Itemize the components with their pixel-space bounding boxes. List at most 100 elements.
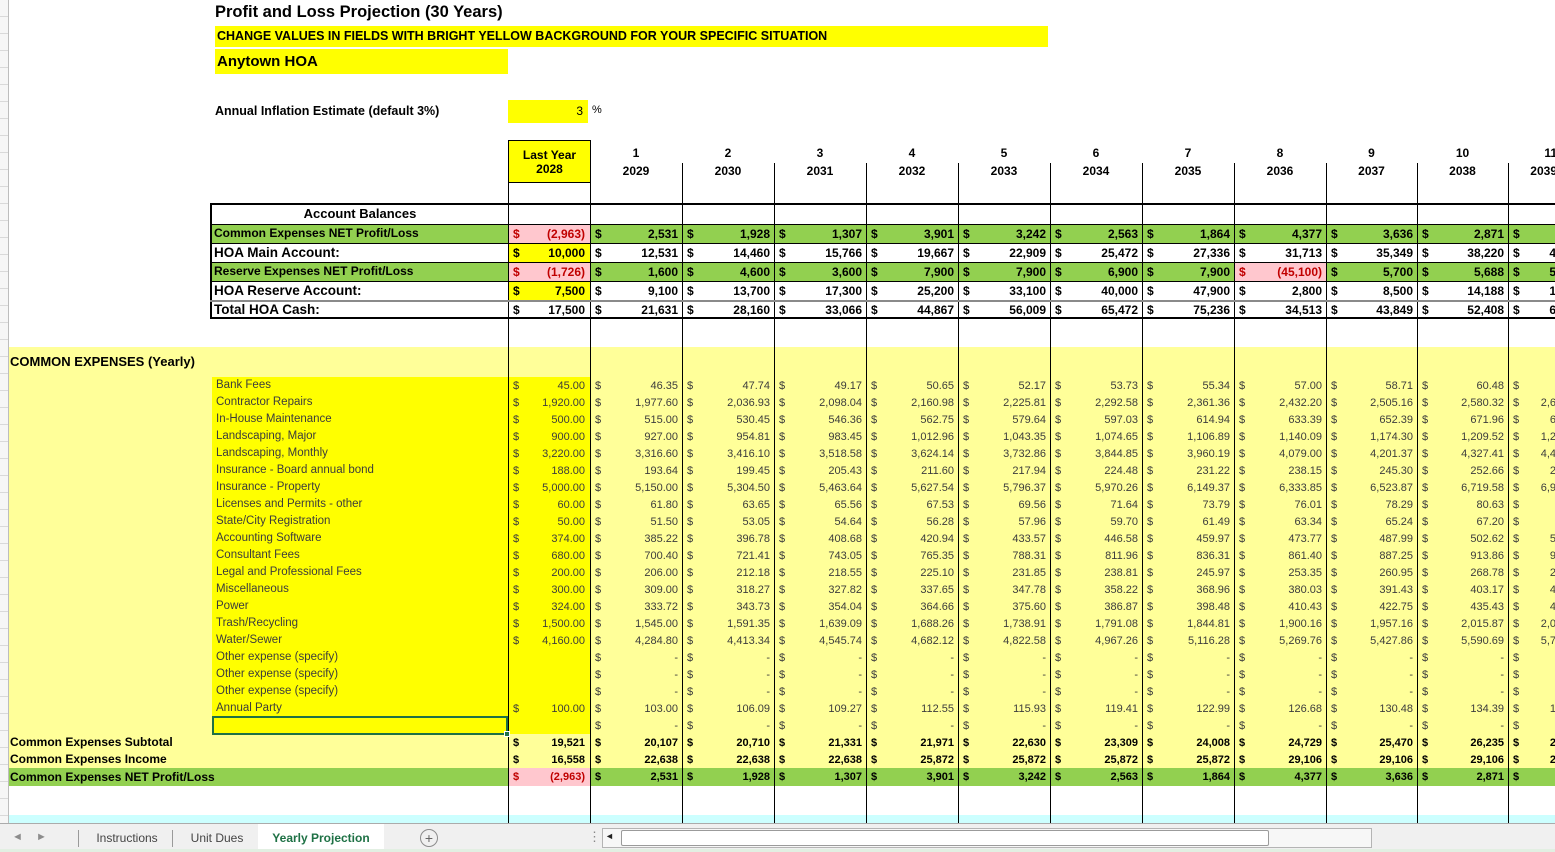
year-value-cell[interactable]: $2	[1509, 751, 1555, 768]
last-year-header-cell[interactable]: Last Year2028	[508, 140, 591, 183]
year-value-cell[interactable]: $33,066	[775, 301, 866, 319]
year-value-cell[interactable]: $4,327.41	[1418, 445, 1508, 462]
year-value-cell[interactable]: $29,106	[1327, 751, 1417, 768]
expense-row-label[interactable]: Insurance - Board annual bond	[216, 462, 506, 479]
year-value-cell[interactable]: $765.35	[867, 547, 958, 564]
year-value-cell[interactable]: $4,377	[1235, 768, 1326, 786]
year-value-cell[interactable]: $122.99	[1143, 700, 1234, 717]
tab-scroll-left-icon[interactable]: ◄	[12, 831, 23, 843]
year-value-cell[interactable]: $2	[1509, 564, 1555, 581]
year-value-cell[interactable]: $502.62	[1418, 530, 1508, 547]
year-value-cell[interactable]: $17,300	[775, 281, 866, 300]
year-value-cell[interactable]: $-	[1235, 666, 1326, 683]
year-value-cell[interactable]: $6,149.37	[1143, 479, 1234, 496]
year-value-cell[interactable]: $44,867	[867, 301, 958, 319]
year-label-header[interactable]: 2034	[1050, 164, 1142, 180]
year-value-cell[interactable]: $5,269.76	[1235, 632, 1326, 649]
year-value-cell[interactable]: $-	[1327, 666, 1417, 683]
year-value-cell[interactable]: $1,928	[683, 768, 774, 786]
year-value-cell[interactable]: $343.73	[683, 598, 774, 615]
year-value-cell[interactable]: $368.96	[1143, 581, 1234, 598]
year-value-cell[interactable]: $1,043.35	[959, 428, 1050, 445]
year-number-header[interactable]: 5	[958, 146, 1050, 162]
year-value-cell[interactable]: $	[1509, 768, 1555, 786]
year-value-cell[interactable]: $25,472	[1051, 243, 1142, 262]
year-value-cell[interactable]: $3,416.10	[683, 445, 774, 462]
year-value-cell[interactable]: $743.05	[775, 547, 866, 564]
year-value-cell[interactable]: $76.01	[1235, 496, 1326, 513]
year-value-cell[interactable]: $954.81	[683, 428, 774, 445]
year-value-cell[interactable]: $1,140.09	[1235, 428, 1326, 445]
year-value-cell[interactable]: $1,864	[1143, 224, 1234, 243]
year-value-cell[interactable]: $-	[1143, 666, 1234, 683]
year-value-cell[interactable]: $4,284.80	[591, 632, 682, 649]
year-value-cell[interactable]: $-	[591, 683, 682, 700]
year-value-cell[interactable]: $253.35	[1235, 564, 1326, 581]
totals-row-label[interactable]: Common Expenses Income	[10, 751, 167, 768]
year-label-header[interactable]: 2037	[1326, 164, 1417, 180]
year-value-cell[interactable]: $1,844.81	[1143, 615, 1234, 632]
year-value-cell[interactable]: $25,872	[1143, 751, 1234, 768]
year-value-cell[interactable]: $4	[1509, 598, 1555, 615]
selected-cell[interactable]	[212, 716, 508, 735]
last-year-cell[interactable]: $100.00	[509, 700, 589, 717]
last-year-cell[interactable]: $50.00	[509, 513, 589, 530]
year-value-cell[interactable]: $386.87	[1051, 598, 1142, 615]
year-label-header[interactable]: 2035	[1142, 164, 1234, 180]
year-value-cell[interactable]: $4	[1509, 243, 1555, 262]
year-value-cell[interactable]: $-	[1051, 717, 1142, 734]
year-value-cell[interactable]: $53.73	[1051, 377, 1142, 394]
year-value-cell[interactable]: $8,500	[1327, 281, 1417, 300]
year-value-cell[interactable]: $3,732.86	[959, 445, 1050, 462]
year-value-cell[interactable]: $2,292.58	[1051, 394, 1142, 411]
year-value-cell[interactable]: $579.64	[959, 411, 1050, 428]
year-value-cell[interactable]: $-	[683, 666, 774, 683]
year-value-cell[interactable]: $-	[591, 666, 682, 683]
last-year-cell[interactable]: $(2,963)	[509, 768, 589, 786]
year-value-cell[interactable]: $115.93	[959, 700, 1050, 717]
expense-row-label[interactable]: Other expense (specify)	[216, 666, 506, 683]
year-value-cell[interactable]: $4,600	[683, 262, 774, 281]
year-value-cell[interactable]: $391.43	[1327, 581, 1417, 598]
year-label-header[interactable]: 2036	[1234, 164, 1326, 180]
year-value-cell[interactable]: $721.41	[683, 547, 774, 564]
year-value-cell[interactable]: $913.86	[1418, 547, 1508, 564]
year-value-cell[interactable]: $22,638	[591, 751, 682, 768]
year-value-cell[interactable]: $3,316.60	[591, 445, 682, 462]
year-label-header[interactable]: 2038	[1417, 164, 1508, 180]
account-row-label[interactable]: Common Expenses NET Profit/Loss	[214, 224, 419, 243]
year-value-cell[interactable]: $1,174.30	[1327, 428, 1417, 445]
expense-row-label[interactable]: Accounting Software	[216, 530, 506, 547]
year-value-cell[interactable]: $1,738.91	[959, 615, 1050, 632]
expense-row-label[interactable]: Consultant Fees	[216, 547, 506, 564]
expense-row-label[interactable]: Contractor Repairs	[216, 394, 506, 411]
year-value-cell[interactable]: $398.48	[1143, 598, 1234, 615]
year-number-header[interactable]: 4	[866, 146, 958, 162]
expense-row-label[interactable]: Miscellaneous	[216, 581, 506, 598]
year-value-cell[interactable]: $218.55	[775, 564, 866, 581]
year-value-cell[interactable]: $375.60	[959, 598, 1050, 615]
year-value-cell[interactable]: $7,900	[1143, 262, 1234, 281]
year-value-cell[interactable]: $71.64	[1051, 496, 1142, 513]
year-value-cell[interactable]: $1,864	[1143, 768, 1234, 786]
year-value-cell[interactable]: $78.29	[1327, 496, 1417, 513]
year-value-cell[interactable]: $6,523.87	[1327, 479, 1417, 496]
year-value-cell[interactable]: $60.48	[1418, 377, 1508, 394]
year-value-cell[interactable]: $6	[1509, 411, 1555, 428]
year-value-cell[interactable]: $206.00	[591, 564, 682, 581]
year-value-cell[interactable]: $15,766	[775, 243, 866, 262]
year-value-cell[interactable]: $4,822.58	[959, 632, 1050, 649]
year-value-cell[interactable]: $-	[591, 649, 682, 666]
year-value-cell[interactable]: $5,590.69	[1418, 632, 1508, 649]
year-value-cell[interactable]: $47,900	[1143, 281, 1234, 300]
last-year-cell[interactable]: $7,500	[509, 281, 589, 300]
expense-row-label[interactable]: Annual Party	[216, 700, 506, 717]
year-value-cell[interactable]: $199.45	[683, 462, 774, 479]
year-value-cell[interactable]: $1,2	[1509, 428, 1555, 445]
last-year-cell[interactable]: $374.00	[509, 530, 589, 547]
year-value-cell[interactable]: $337.65	[867, 581, 958, 598]
year-value-cell[interactable]: $67.53	[867, 496, 958, 513]
year-value-cell[interactable]: $20,107	[591, 734, 682, 751]
year-value-cell[interactable]: $55.34	[1143, 377, 1234, 394]
year-value-cell[interactable]: $1,600	[591, 262, 682, 281]
